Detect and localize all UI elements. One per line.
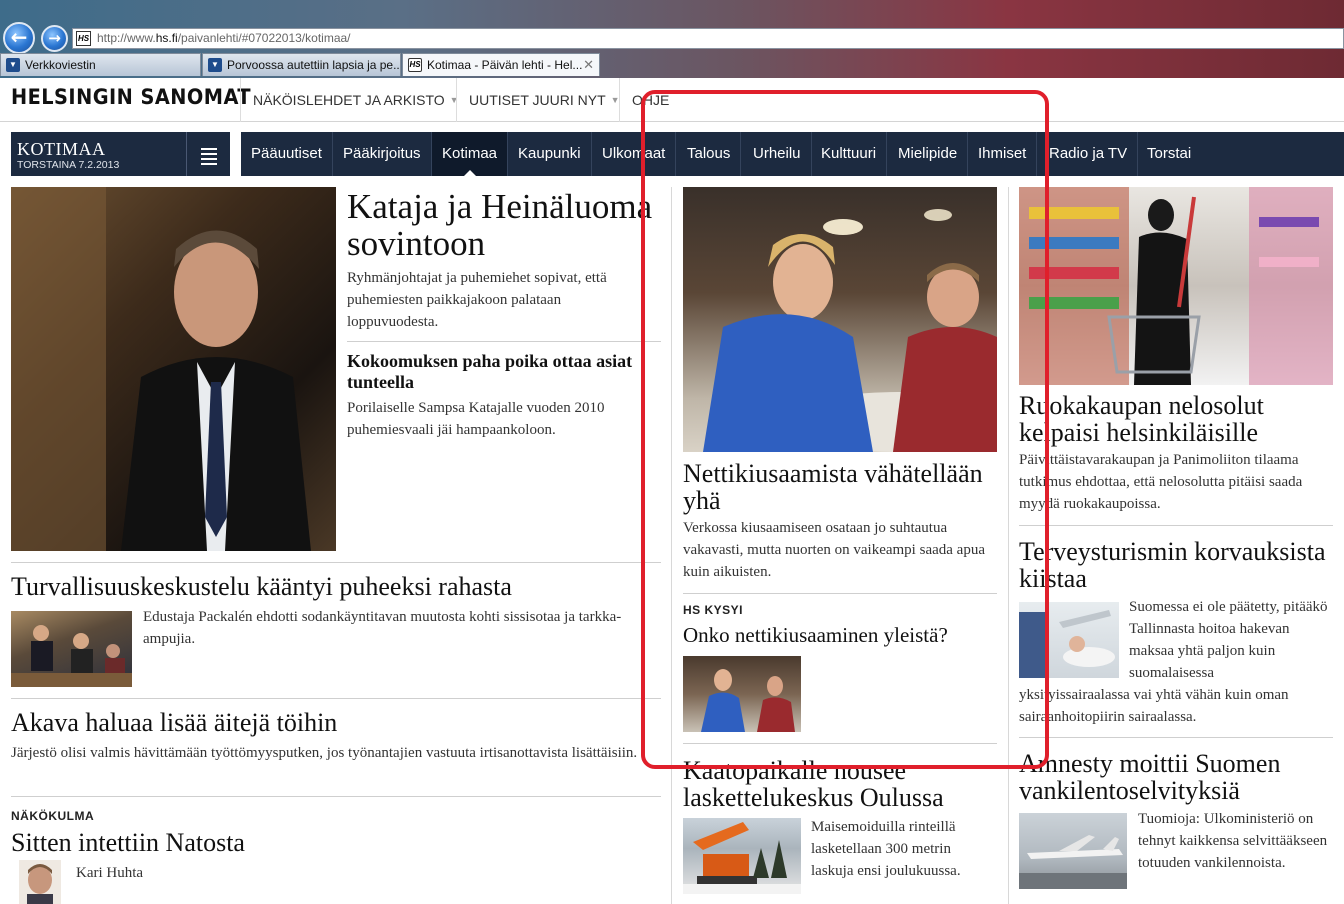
back-arrow-icon[interactable]: ← [3,22,35,54]
ski-resort-title[interactable]: Kaatopaikalle nousee laskettelukeskus Ou… [683,757,983,812]
divider [347,341,661,342]
browser-chrome: ← → HS http://www.hs.fi/paivanlehti/#070… [0,0,1344,78]
story-akava-title[interactable]: Akava haluaa lisää äitejä töihin [11,709,661,737]
author-avatar [19,860,61,904]
nav-item-torstai[interactable]: Torstai [1137,132,1201,176]
author-portrait-icon [27,864,53,904]
divider [683,743,997,744]
nav-item-ihmiset[interactable]: Ihmiset [968,132,1038,176]
ski-resort-text: Maisemoiduilla rinteillä lasketellaan 30… [811,819,961,879]
amnesty-title[interactable]: Amnesty moittii Suomen vankilentoselvity… [1019,750,1333,805]
cyberbullying-title[interactable]: Nettikiusaamista vähätellään yhä [683,460,993,515]
cyberbullying-text: Verkossa kiusaamiseen osataan jo suhtaut… [683,520,985,580]
nav-item-kaupunki[interactable]: Kaupunki [508,132,592,176]
health-tourism-thumbnail[interactable] [1019,602,1119,678]
tab-label: Porvoossa autettiin lapsia ja pe... [227,58,401,72]
grocery-store-photo[interactable] [1019,187,1333,385]
tab-label: Verkkoviestin [25,58,96,72]
politician-photo-icon [11,187,311,551]
divider [683,593,997,594]
top-link-help[interactable]: OHJE [619,78,681,122]
health-tourism-text-a: Suomessa ei ole päätetty, pitääkö Tallin… [1129,599,1328,681]
health-tourism-title[interactable]: Terveysturismin korvauksista kiistaa [1019,538,1333,593]
teens-with-phones-photo-icon [703,209,997,452]
story-akava-text: Järjestö olisi valmis hävittämään työttö… [11,745,638,761]
poll-thumbnail[interactable] [683,656,801,732]
cyberbullying-photo[interactable] [683,187,997,452]
section-date: TORSTAINA 7.2.2013 [17,159,120,171]
address-bar[interactable]: HS http://www.hs.fi/paivanlehti/#0702201… [72,28,1344,49]
poll-title[interactable]: Onko nettikiusaaminen yleistä? [683,624,997,646]
lead-story-photo[interactable] [11,187,336,551]
top-link-archive[interactable]: NÄKÖISLEHDET JA ARKISTO ▼ [240,78,471,122]
browser-tab-verkkoviestin[interactable]: ▼ Verkkoviestin [0,53,201,76]
top-link-latest-news[interactable]: UUTISET JUURI NYT ▼ [456,78,632,122]
site-favicon-icon: HS [76,31,91,46]
top-link-label: NÄKÖISLEHDET JA ARKISTO [253,92,445,108]
site-logo[interactable]: HELSINGIN SANOMAT [11,85,251,109]
sub-story-text: Porilaiselle Sampsa Katajalle vuoden 201… [347,400,605,438]
nav-item-paauutiset[interactable]: Pääuutiset [241,132,333,176]
column-divider [1008,187,1009,904]
url-path: /paivanlehti/#07022013/kotimaa/ [177,31,351,45]
url-domain: hs.fi [155,31,178,45]
list-menu-icon [187,132,230,165]
nav-item-kotimaa[interactable]: Kotimaa [432,132,509,176]
main-navigation: Pääuutiset Pääkirjoitus Kotimaa Kaupunki… [241,132,1344,176]
top-link-label: UUTISET JUURI NYT [469,92,606,108]
site-header: HELSINGIN SANOMAT NÄKÖISLEHDET JA ARKIST… [0,78,1344,122]
nav-item-mielipide[interactable]: Mielipide [888,132,969,176]
excavator-photo-icon [683,822,801,894]
sub-story-title[interactable]: Kokoomuksen paha poika ottaa asiat tunte… [347,351,647,393]
section-menu-button[interactable] [186,132,230,176]
divider [1019,737,1333,738]
divider [11,698,661,699]
airplane-photo-icon [1019,835,1127,889]
story-nato-title[interactable]: Sitten intettiin Natosta [11,829,411,857]
parliament-thumbnail[interactable] [11,611,132,687]
url-prefix: http://www. [97,31,156,45]
nav-item-ulkomaat[interactable]: Ulkomaat [592,132,677,176]
lead-story-title[interactable]: Kataja ja Heinäluoma sovintoon [347,188,665,263]
teens-thumbnail-icon [701,669,795,732]
browser-tabs: ▼ Verkkoviestin ▼ Porvoossa autettiin la… [0,53,1344,76]
ski-resort-thumbnail[interactable] [683,818,801,894]
beer-story-text: Päivittäistavarakaupan ja Panimoliiton t… [1019,452,1303,512]
nav-item-radio-ja-tv[interactable]: Radio ja TV [1039,132,1139,176]
browser-tab-porvoossa[interactable]: ▼ Porvoossa autettiin lapsia ja pe... [202,53,401,76]
tab-favicon-icon: ▼ [208,58,222,72]
dentist-photo-icon [1019,610,1115,678]
tab-label: Kotimaa - Päivän lehti - Hel... [427,58,583,72]
amnesty-thumbnail[interactable] [1019,813,1127,889]
lead-story-text: Ryhmänjohtajat ja puhemiehet sopivat, et… [347,270,607,330]
amnesty-text: Tuomioja: Ulkoministeriö on tehnyt kaikk… [1138,811,1328,871]
nav-item-talous[interactable]: Talous [677,132,742,176]
nav-item-kulttuuri[interactable]: Kulttuuri [811,132,888,176]
divider [1019,525,1333,526]
browser-tab-kotimaa[interactable]: HS Kotimaa - Päivän lehti - Hel... ✕ [402,53,600,76]
forward-arrow-icon[interactable]: → [41,25,68,52]
parliament-photo-icon [11,625,132,687]
tab-favicon-icon: ▼ [6,58,20,72]
poll-kicker: HS KYSYI [683,603,744,617]
tab-favicon-icon: HS [408,58,422,72]
supermarket-photo-icon [1019,187,1333,385]
column-divider [671,187,672,904]
section-title: KOTIMAA [17,139,106,159]
health-tourism-text-b: yksityissairaalassa vai yhtä vähän kuin … [1019,687,1289,725]
beer-story-title[interactable]: Ruokakaupan nelosolut kelpaisi helsinkil… [1019,392,1333,447]
opinion-kicker: NÄKÖKULMA [11,809,95,823]
story-security-text: Edustaja Packalén ehdotti sodankäyntitav… [143,609,622,647]
story-nato-author: Kari Huhta [76,865,144,881]
close-tab-icon[interactable]: ✕ [583,54,594,76]
divider [11,796,661,797]
divider [11,562,661,563]
story-security-title[interactable]: Turvallisuuskeskustelu kääntyi puheeksi … [11,573,661,601]
top-link-label: OHJE [632,92,670,108]
nav-item-paakirjoitus[interactable]: Pääkirjoitus [333,132,432,176]
nav-item-urheilu[interactable]: Urheilu [743,132,812,176]
